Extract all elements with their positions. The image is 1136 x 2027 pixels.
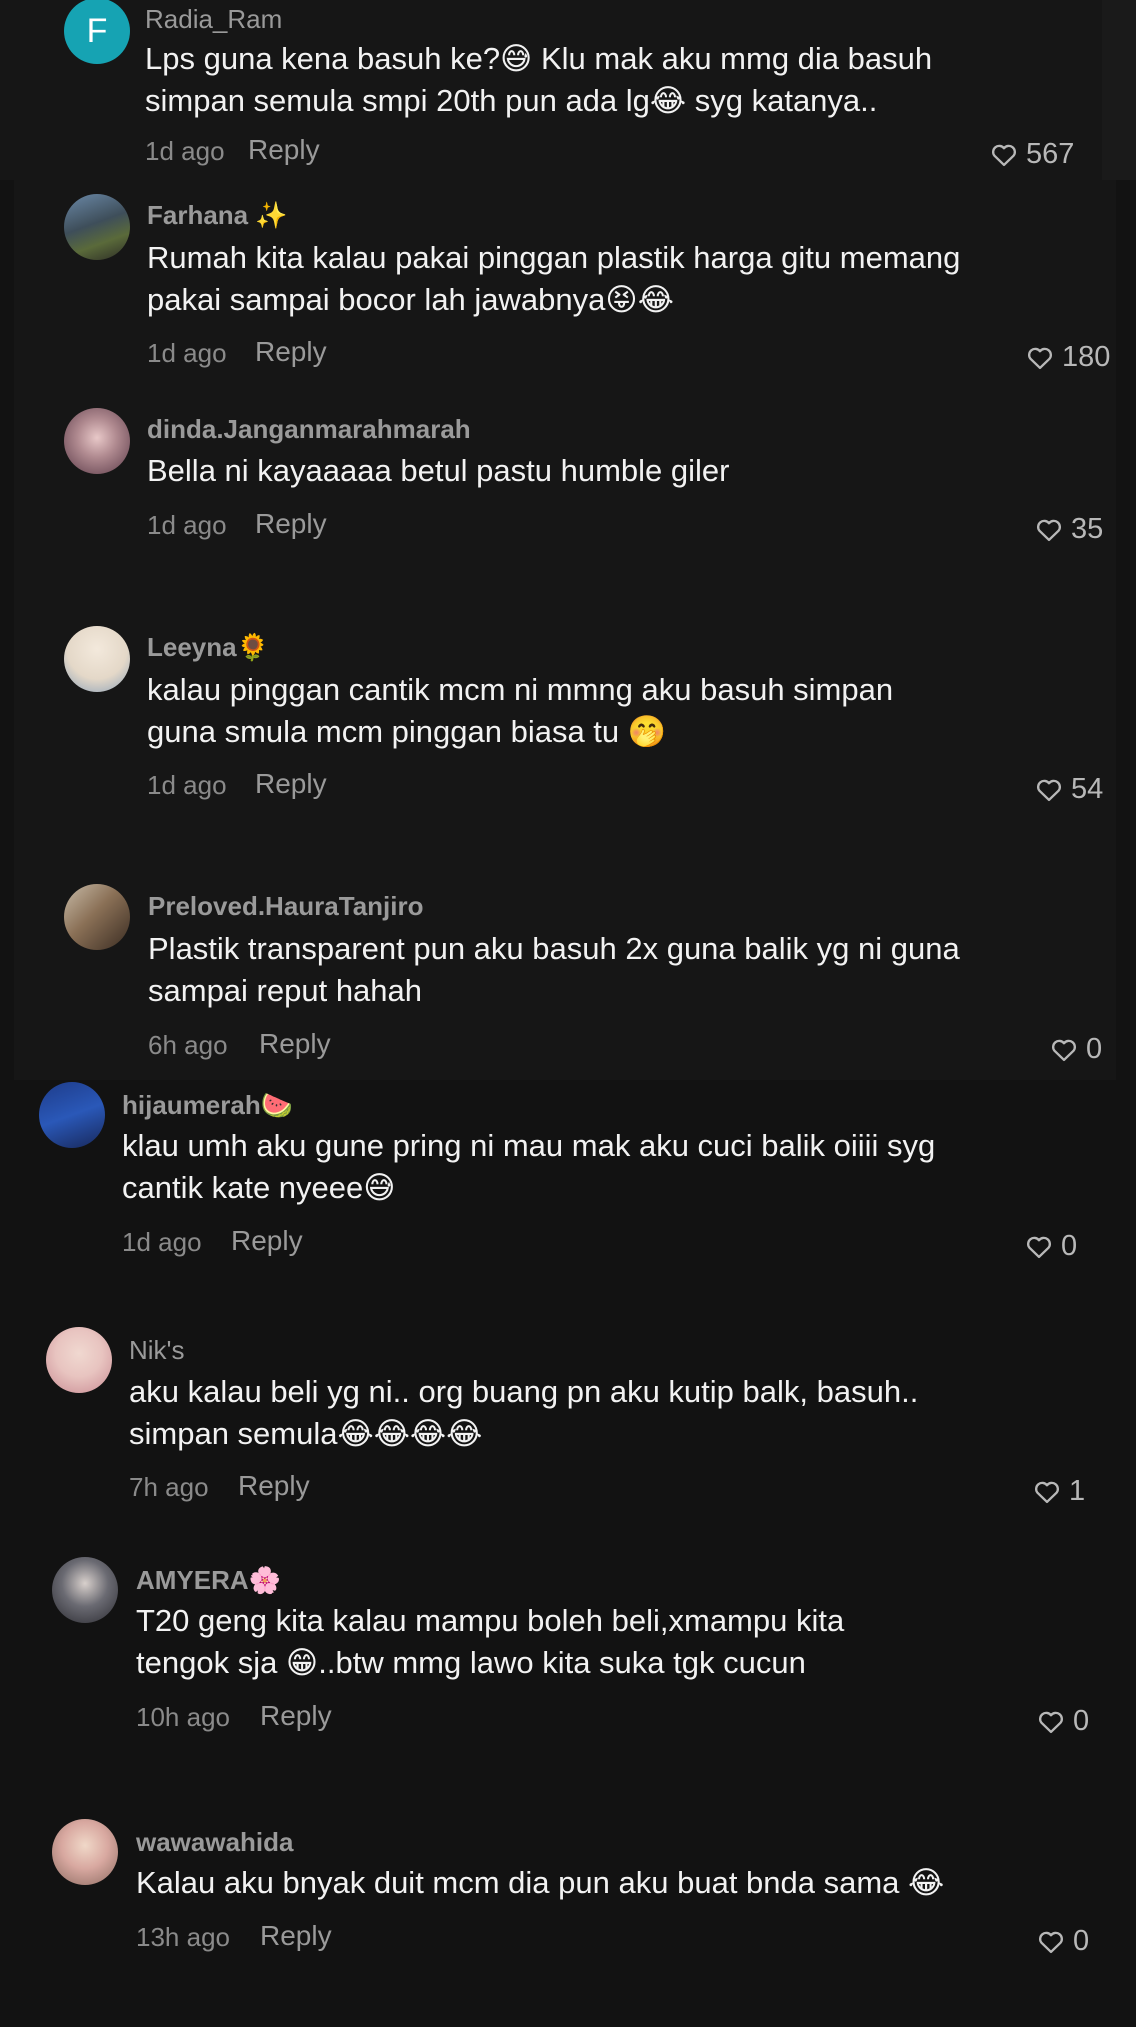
comment-line: klau umh aku gune pring ni mau mak aku c… [122, 1128, 936, 1163]
username[interactable]: Farhana ✨ [147, 200, 288, 231]
comment-text: kalau pinggan cantik mcm ni mmng aku bas… [147, 669, 893, 753]
heart-icon [1027, 347, 1053, 369]
like-count: 0 [1073, 1925, 1090, 1957]
reply-button[interactable]: Reply [260, 1700, 332, 1732]
comment-text: Plastik transparent pun aku basuh 2x gun… [148, 928, 960, 1012]
like-count: 0 [1061, 1230, 1078, 1262]
comment-line: Plastik transparent pun aku basuh 2x gun… [148, 931, 960, 966]
comment-text: Rumah kita kalau pakai pinggan plastik h… [147, 237, 960, 321]
username[interactable]: AMYERA🌸 [136, 1565, 281, 1596]
comment-time: 1d ago [122, 1227, 202, 1257]
like-button[interactable]: 567 [990, 138, 1074, 171]
like-button[interactable]: 0 [1050, 1033, 1102, 1066]
heart-icon [1051, 1039, 1077, 1061]
like-count: 567 [1026, 138, 1075, 170]
like-button[interactable]: 180 [1026, 341, 1110, 374]
avatar[interactable] [52, 1819, 118, 1885]
comment-line: simpan semula😂😂😂😂 [129, 1416, 483, 1451]
comment-time: 13h ago [136, 1922, 230, 1952]
heart-icon [1034, 1481, 1060, 1503]
heart-icon [1036, 519, 1062, 541]
like-count: 0 [1073, 1705, 1090, 1737]
comment-text: T20 geng kita kalau mampu boleh beli,xma… [136, 1600, 844, 1684]
comment-text: Kalau aku bnyak duit mcm dia pun aku bua… [136, 1862, 944, 1904]
heart-icon [1038, 1931, 1064, 1953]
comment-line: aku kalau beli yg ni.. org buang pn aku … [129, 1374, 919, 1409]
scrollbar[interactable] [1102, 0, 1136, 180]
comment-time: 1d ago [145, 136, 225, 166]
like-count: 180 [1062, 341, 1111, 373]
comment-time: 1d ago [147, 510, 227, 540]
reply-button[interactable]: Reply [259, 1028, 331, 1060]
comment-text: aku kalau beli yg ni.. org buang pn aku … [129, 1371, 918, 1455]
reply-button[interactable]: Reply [255, 336, 327, 368]
heart-icon [1026, 1236, 1052, 1258]
comment-time: 1d ago [147, 338, 227, 368]
like-count: 54 [1071, 773, 1104, 805]
comment-list: F Radia_Ram Lps guna kena basuh ke?😅 Klu… [0, 0, 1136, 2027]
like-count: 1 [1069, 1475, 1086, 1507]
reply-button[interactable]: Reply [255, 508, 327, 540]
comment-text: klau umh aku gune pring ni mau mak aku c… [122, 1125, 935, 1209]
avatar[interactable] [52, 1557, 118, 1623]
username[interactable]: hijaumerah🍉 [122, 1090, 293, 1121]
comment-line: kalau pinggan cantik mcm ni mmng aku bas… [147, 672, 894, 707]
avatar[interactable] [64, 884, 130, 950]
username[interactable]: Leeyna🌻 [147, 632, 269, 663]
username[interactable]: Nik's [129, 1335, 185, 1366]
comment-line: simpan semula smpi 20th pun ada lg😂 syg … [145, 83, 878, 118]
avatar[interactable]: F [64, 0, 130, 64]
comment-text: Lps guna kena basuh ke?😅 Klu mak aku mmg… [145, 38, 932, 122]
comment-text: Bella ni kayaaaaa betul pastu humble gil… [147, 450, 730, 492]
like-button[interactable]: 0 [1037, 1925, 1089, 1958]
avatar[interactable] [64, 194, 130, 260]
reply-button[interactable]: Reply [231, 1225, 303, 1257]
username[interactable]: dinda.Janganmarahmarah [147, 414, 471, 445]
like-button[interactable]: 0 [1037, 1705, 1089, 1738]
avatar-letter: F [86, 11, 108, 50]
comment-time: 6h ago [148, 1030, 228, 1060]
reply-button[interactable]: Reply [238, 1470, 310, 1502]
avatar[interactable] [64, 408, 130, 474]
username[interactable]: wawawahida [136, 1827, 294, 1858]
comment-line: tengok sja 😁..btw mmg lawo kita suka tgk… [136, 1645, 806, 1680]
reply-button[interactable]: Reply [255, 768, 327, 800]
comment-line: pakai sampai bocor lah jawabnya😝😂 [147, 282, 674, 317]
heart-icon [1038, 1711, 1064, 1733]
comment-line: cantik kate nyeee😅 [122, 1170, 396, 1205]
comment-line: Lps guna kena basuh ke?😅 Klu mak aku mmg… [145, 41, 933, 76]
heart-icon [991, 144, 1017, 166]
comment-line: Kalau aku bnyak duit mcm dia pun aku bua… [136, 1865, 945, 1900]
reply-button[interactable]: Reply [248, 134, 320, 166]
comment-time: 7h ago [129, 1472, 209, 1502]
avatar[interactable] [64, 626, 130, 692]
heart-icon [1036, 779, 1062, 801]
comment-line: sampai reput hahah [148, 973, 423, 1008]
comment-line: Rumah kita kalau pakai pinggan plastik h… [147, 240, 961, 275]
username[interactable]: Radia_Ram [145, 4, 282, 35]
reply-button[interactable]: Reply [260, 1920, 332, 1952]
comment-time: 1d ago [147, 770, 227, 800]
avatar[interactable] [46, 1327, 112, 1393]
comment-line: Bella ni kayaaaaa betul pastu humble gil… [147, 453, 730, 488]
like-count: 35 [1071, 513, 1104, 545]
comment-time: 10h ago [136, 1702, 230, 1732]
comment-line: guna smula mcm pinggan biasa tu 🤭 [147, 714, 667, 749]
like-button[interactable]: 35 [1035, 513, 1103, 546]
like-button[interactable]: 0 [1025, 1230, 1077, 1263]
like-button[interactable]: 54 [1035, 773, 1103, 806]
like-button[interactable]: 1 [1033, 1475, 1085, 1508]
like-count: 0 [1086, 1033, 1103, 1065]
avatar[interactable] [39, 1082, 105, 1148]
username[interactable]: Preloved.HauraTanjiro [148, 891, 424, 922]
comment-line: T20 geng kita kalau mampu boleh beli,xma… [136, 1603, 845, 1638]
